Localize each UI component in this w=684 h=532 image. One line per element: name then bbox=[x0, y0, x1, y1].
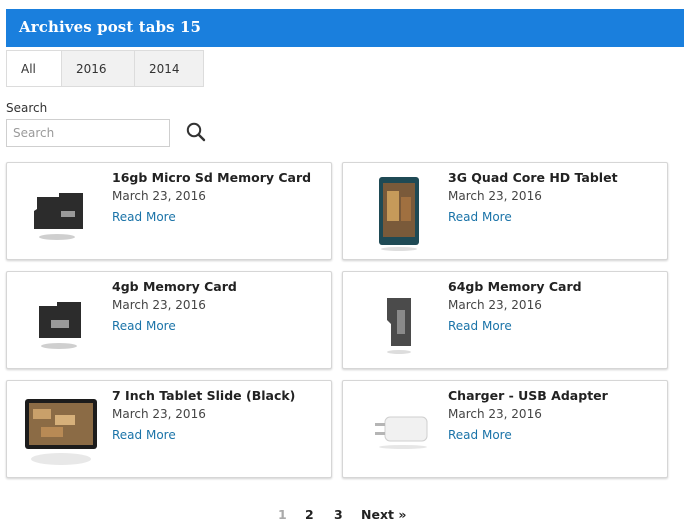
page-link-3[interactable]: 3 bbox=[334, 507, 343, 522]
post-date: March 23, 2016 bbox=[112, 298, 206, 312]
tablet-icon bbox=[355, 167, 439, 255]
widget-header: Archives post tabs 15 bbox=[6, 9, 684, 47]
post-date: March 23, 2016 bbox=[448, 407, 542, 421]
next-page-link[interactable]: Next » bbox=[361, 507, 406, 522]
page-link-2[interactable]: 2 bbox=[305, 507, 314, 522]
post-card: Charger - USB Adapter March 23, 2016 Rea… bbox=[342, 380, 668, 478]
read-more-link[interactable]: Read More bbox=[448, 428, 512, 442]
tab-2014[interactable]: 2014 bbox=[134, 50, 204, 87]
search-input[interactable] bbox=[6, 119, 170, 147]
read-more-link[interactable]: Read More bbox=[448, 210, 512, 224]
post-title[interactable]: 7 Inch Tablet Slide (Black) bbox=[112, 388, 295, 403]
read-more-link[interactable]: Read More bbox=[112, 210, 176, 224]
post-card: 7 Inch Tablet Slide (Black) March 23, 20… bbox=[6, 380, 332, 478]
tab-2016[interactable]: 2016 bbox=[61, 50, 135, 87]
usb-charger-icon bbox=[355, 385, 439, 473]
page-current: 1 bbox=[278, 507, 287, 522]
microsd-card-icon bbox=[19, 276, 103, 364]
post-title[interactable]: 16gb Micro Sd Memory Card bbox=[112, 170, 311, 185]
read-more-link[interactable]: Read More bbox=[448, 319, 512, 333]
search-label: Search bbox=[6, 101, 48, 115]
post-card: 16gb Micro Sd Memory Card March 23, 2016… bbox=[6, 162, 332, 260]
widget-title: Archives post tabs 15 bbox=[19, 18, 202, 36]
read-more-link[interactable]: Read More bbox=[112, 319, 176, 333]
tab-label: 2014 bbox=[149, 62, 180, 76]
post-title[interactable]: 3G Quad Core HD Tablet bbox=[448, 170, 618, 185]
tab-label: All bbox=[21, 62, 36, 76]
tab-all[interactable]: All bbox=[6, 50, 62, 87]
post-card: 4gb Memory Card March 23, 2016 Read More bbox=[6, 271, 332, 369]
post-title[interactable]: 4gb Memory Card bbox=[112, 279, 237, 294]
read-more-link[interactable]: Read More bbox=[112, 428, 176, 442]
microsd-card-icon bbox=[19, 167, 103, 255]
post-date: March 23, 2016 bbox=[112, 189, 206, 203]
post-date: March 23, 2016 bbox=[112, 407, 206, 421]
post-card: 64gb Memory Card March 23, 2016 Read Mor… bbox=[342, 271, 668, 369]
sd-card-icon bbox=[355, 276, 439, 364]
post-card: 3G Quad Core HD Tablet March 23, 2016 Re… bbox=[342, 162, 668, 260]
post-title[interactable]: 64gb Memory Card bbox=[448, 279, 582, 294]
tab-label: 2016 bbox=[76, 62, 107, 76]
post-date: March 23, 2016 bbox=[448, 298, 542, 312]
tablet-landscape-icon bbox=[19, 385, 103, 473]
post-title[interactable]: Charger - USB Adapter bbox=[448, 388, 608, 403]
search-icon[interactable] bbox=[185, 121, 207, 143]
post-date: March 23, 2016 bbox=[448, 189, 542, 203]
